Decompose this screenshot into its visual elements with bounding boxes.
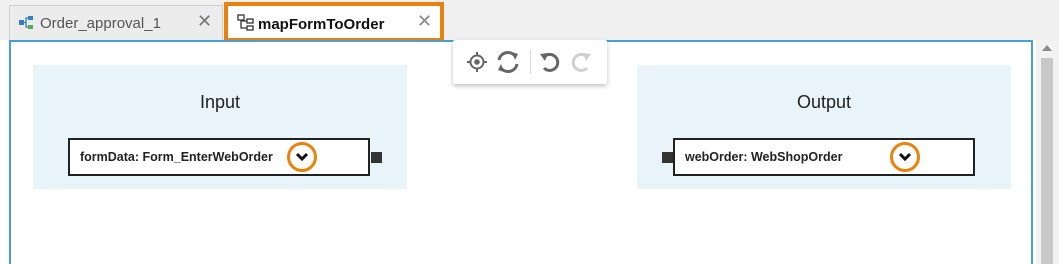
mapping-icon — [237, 14, 254, 36]
input-port[interactable] — [662, 152, 673, 163]
expand-chevron-icon[interactable] — [287, 142, 317, 172]
scroll-up-arrow-icon[interactable] — [1042, 45, 1052, 51]
output-node[interactable]: webOrder: WebShopOrder — [673, 138, 975, 176]
tab-map-form-to-order[interactable]: mapFormToOrder ✕ — [224, 2, 444, 42]
input-panel: Input formData: Form_EnterWebOrder — [33, 65, 407, 189]
refresh-icon[interactable] — [494, 48, 522, 76]
close-icon[interactable]: ✕ — [417, 11, 432, 32]
output-title: Output — [796, 92, 852, 112]
output-port[interactable] — [371, 152, 382, 163]
locate-icon[interactable] — [463, 48, 491, 76]
canvas-toolbar — [453, 40, 607, 84]
output-panel: Output webOrder: WebShopOrder — [637, 65, 1011, 189]
tab-label: mapFormToOrder — [258, 16, 385, 33]
close-icon[interactable]: ✕ — [197, 11, 212, 32]
output-field-label: webOrder: WebShopOrder — [685, 150, 843, 164]
input-title: Input — [199, 92, 241, 112]
tab-order-approval[interactable]: Order_approval_1 ✕ — [9, 5, 223, 41]
tab-label: Order_approval_1 — [40, 15, 161, 32]
expand-chevron-icon[interactable] — [890, 142, 920, 172]
input-node[interactable]: formData: Form_EnterWebOrder — [68, 138, 370, 176]
undo-icon[interactable] — [536, 48, 564, 76]
input-field-label: formData: Form_EnterWebOrder — [80, 150, 273, 164]
toolbar-divider — [530, 50, 531, 74]
redo-icon[interactable] — [567, 48, 595, 76]
scrollbar-thumb[interactable] — [1041, 58, 1053, 264]
process-flow-icon — [18, 15, 34, 36]
